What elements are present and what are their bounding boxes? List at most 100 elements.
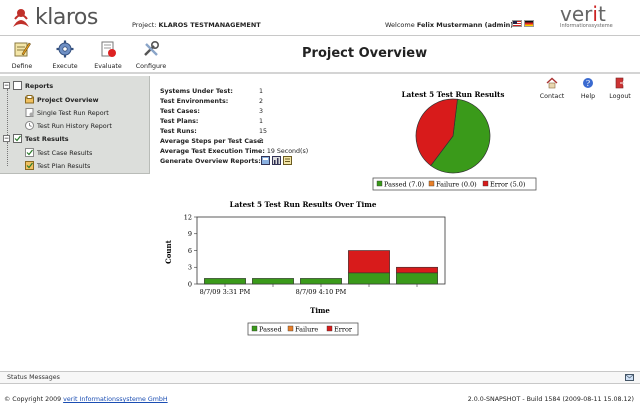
welcome-text: Welcome Felix Mustermann (admin) [385,21,513,29]
legend-passed-label: Passed (7.0) [384,181,425,189]
flag-us-icon[interactable] [512,20,522,27]
export-chart-icon[interactable] [272,156,281,165]
bar-legend: Passed Failure Error [247,322,359,336]
sidebar-item-label: Test Case Results [37,148,93,157]
evaluate-label: Evaluate [94,63,122,70]
pie-chart: Latest 5 Test Run Results Passed (7.0) F… [372,90,537,191]
checklist-icon [25,148,34,157]
contact-label: Contact [539,93,565,100]
stat-test-environments: Test Environments: 2 [160,98,264,105]
checklist-icon [25,161,34,170]
test-results-check-icon [13,134,22,143]
stat-test-runs: Test Runs: 15 [160,128,268,135]
stat-average-steps: Average Steps per Test Case: 3 [160,138,264,145]
copyright-text: © Copyright 2009 verit Informationssyste… [4,396,168,403]
legend-error-label: Error (5.0) [490,181,526,189]
welcome-label: Welcome [385,21,415,29]
help-button[interactable]: ? Help [574,77,602,100]
svg-text:?: ? [586,79,590,88]
collapse-icon[interactable]: − [3,82,10,89]
y-tick-label: 3 [188,264,192,272]
sidebar-item-test-run-history-report[interactable]: Test Run History Report [25,121,112,130]
legend-passed-label: Passed [259,326,282,334]
legend-passed-swatch [376,180,383,187]
sidebar-item-test-case-results[interactable]: Test Case Results [25,148,92,157]
company-link[interactable]: verit Informationssysteme GmbH [63,396,168,403]
x-tick-label: 8/7/09 3:31 PM [200,288,251,296]
y-tick-label: 12 [184,213,192,221]
top-header: klaros Project: KLAROS TESTMANAGEMENT We… [0,0,640,36]
stat-systems-under-test: Systems Under Test: 1 [160,88,264,95]
verit-logo-icon: verit [560,2,606,26]
language-switcher [512,20,534,27]
footer: © Copyright 2009 verit Informationssyste… [0,394,640,409]
logout-icon [615,77,626,89]
bar-chart: Latest 5 Test Run Results Over Time Coun… [164,200,446,336]
help-label: Help [580,93,596,100]
y-tick-label: 9 [188,230,192,238]
contact-button[interactable]: Contact [538,77,566,100]
sidebar-group-test-results[interactable]: − Test Results [3,134,69,143]
sidebar-item-project-overview[interactable]: Project Overview [25,95,99,104]
gear-icon [56,40,74,58]
sidebar-item-label: Test Plan Results [37,161,91,170]
bar-passed-3 [348,272,390,285]
logout-button[interactable]: Logout [606,77,634,100]
legend-error-swatch [482,180,489,187]
overview-report-icon [25,95,34,104]
klaros-logo-icon [13,9,29,27]
legend-error-swatch [326,325,333,332]
report-doc-icon [25,108,34,117]
sidebar-item-label: Project Overview [37,95,99,104]
pie-legend: Passed (7.0) Failure (0.0) Error (5.0) [372,177,537,191]
y-tick-label: 6 [188,247,192,255]
message-icon[interactable] [625,374,634,382]
bar-passed-2 [300,278,342,285]
pie-slices [415,98,491,174]
logo-text: klaros [35,5,98,30]
sidebar-item-test-plan-results[interactable]: Test Plan Results [25,161,90,170]
report-icon [101,41,116,57]
execute-button[interactable]: Execute [47,40,83,70]
legend-passed-swatch [251,325,258,332]
status-bar: Status Messages [0,371,640,384]
history-clock-icon [25,121,34,130]
help-icon: ? [583,78,593,88]
bar-chart-xlabel: Time [310,306,330,315]
legend-failure-swatch [287,325,294,332]
export-document-icon[interactable] [283,156,292,165]
tree-connector [7,89,8,139]
project-info: Project: KLAROS TESTMANAGEMENT [132,21,261,29]
sidebar-item-single-test-run-report[interactable]: Single Test Run Report [25,108,109,117]
pie-chart-title: Latest 5 Test Run Results [402,90,505,99]
status-messages-label[interactable]: Status Messages [7,374,60,381]
project-label: Project: [132,21,157,29]
report-export-buttons [261,156,292,165]
y-tick-label: 0 [188,280,192,288]
company-logo: verit Informationssysteme [560,4,613,29]
page-title: Project Overview [302,46,428,61]
bar-passed-4 [396,272,438,285]
bar-error-4 [396,266,438,274]
bar-passed-1 [252,278,294,285]
bar-error-3 [348,250,390,274]
copyright-label: © Copyright 2009 [4,396,62,403]
stat-average-execution-time: Average Test Execution Time: 19 Second(s) [160,148,309,155]
logout-label: Logout [609,93,631,100]
evaluate-button[interactable]: Evaluate [90,40,126,70]
collapse-icon[interactable]: − [3,135,10,142]
legend-failure-swatch [428,180,435,187]
klaros-logo[interactable]: klaros [10,6,98,30]
sidebar-group-label: Test Results [25,134,69,143]
export-report-icon[interactable] [261,156,270,165]
configure-button[interactable]: Configure [133,40,169,70]
define-button[interactable]: Define [4,40,40,70]
legend-failure-label: Failure (0.0) [436,181,477,189]
sidebar-item-label: Test Run History Report [37,121,112,130]
reports-folder-icon [13,81,22,90]
legend-failure-label: Failure [295,326,318,334]
sidebar-item-label: Single Test Run Report [37,108,109,117]
sidebar-group-reports[interactable]: − Reports [3,81,53,90]
flag-de-icon[interactable] [524,20,534,27]
sidebar-group-label: Reports [25,81,54,90]
